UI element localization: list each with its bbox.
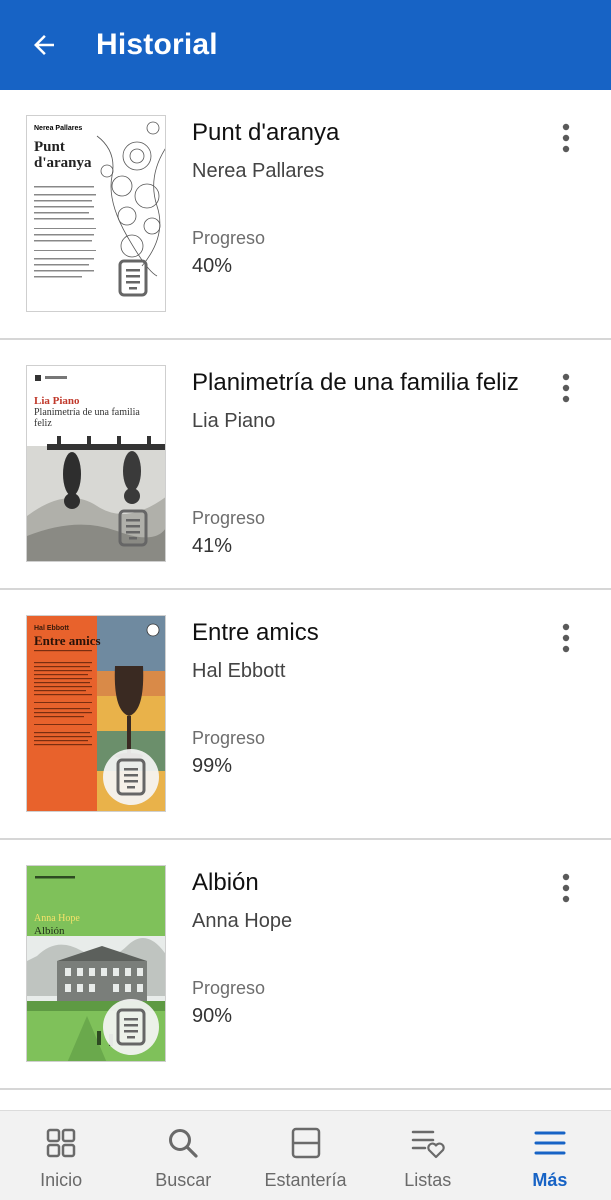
- book-title[interactable]: Albión: [192, 868, 532, 898]
- shelf-icon: [289, 1126, 323, 1160]
- more-vert-icon: [562, 623, 570, 653]
- more-options-button[interactable]: [551, 870, 581, 906]
- app-bar: Historial: [0, 0, 611, 90]
- cover-author-text: Anna Hope: [34, 913, 80, 924]
- document-icon: [118, 509, 148, 547]
- ebook-badge: [103, 749, 159, 805]
- progress-label: Progreso: [192, 508, 266, 528]
- more-options-button[interactable]: [551, 120, 581, 156]
- history-screen: Historial Nerea Pallares Punt d'aranya P…: [0, 0, 611, 1200]
- progress-block: Progreso 40%: [192, 228, 265, 278]
- book-cover[interactable]: Anna Hope Albión: [26, 865, 166, 1062]
- book-list-item[interactable]: Lia Piano Planimetría de una familia fel…: [0, 340, 611, 590]
- progress-label: Progreso: [192, 978, 266, 998]
- progress-block: Progreso 90%: [192, 978, 265, 1028]
- progress-value: 90%: [192, 1005, 233, 1027]
- book-cover[interactable]: Lia Piano Planimetría de una familia fel…: [26, 365, 166, 562]
- nav-label: Más: [532, 1170, 568, 1190]
- grid-icon: [44, 1126, 78, 1160]
- list-heart-icon: [411, 1126, 445, 1160]
- nav-item-mas[interactable]: Más: [489, 1111, 611, 1200]
- nav-label: Buscar: [155, 1170, 212, 1190]
- cover-title-text: Albión: [34, 925, 65, 937]
- cover-author-text: Lia Piano: [34, 395, 80, 407]
- ebook-badge: [105, 250, 161, 306]
- ebook-badge: [103, 999, 159, 1055]
- book-author: Anna Hope: [192, 910, 293, 932]
- book-info: Planimetría de una familia feliz Lia Pia…: [192, 368, 532, 434]
- nav-item-inicio[interactable]: Inicio: [0, 1111, 122, 1200]
- progress-label: Progreso: [192, 728, 266, 748]
- arrow-back-icon: [34, 35, 54, 55]
- nav-label: Listas: [404, 1170, 452, 1190]
- progress-label: Progreso: [192, 228, 266, 248]
- nav-label: Inicio: [40, 1170, 83, 1190]
- bottom-navigation: Inicio Buscar Estantería Listas Más: [0, 1110, 611, 1200]
- nav-item-buscar[interactable]: Buscar: [122, 1111, 244, 1200]
- book-info: Entre amics Hal Ebbott: [192, 618, 532, 684]
- progress-block: Progreso 41%: [192, 508, 265, 558]
- menu-icon: [533, 1126, 567, 1160]
- book-author: Lia Piano: [192, 410, 276, 432]
- more-options-button[interactable]: [551, 620, 581, 656]
- ebook-badge: [105, 500, 161, 556]
- cover-title-text: Punt d'aranya: [34, 139, 92, 171]
- more-vert-icon: [562, 873, 570, 903]
- book-info: Punt d'aranya Nerea Pallares: [192, 118, 532, 184]
- book-info: Albión Anna Hope: [192, 868, 532, 934]
- book-author: Nerea Pallares: [192, 160, 325, 182]
- book-title[interactable]: Entre amics: [192, 618, 532, 648]
- more-vert-icon: [562, 123, 570, 153]
- book-title[interactable]: Planimetría de una familia feliz: [192, 368, 532, 398]
- book-list-item[interactable]: Hal Ebbott Entre amics Entre amics Hal E…: [0, 590, 611, 840]
- cover-author-text: Hal Ebbott: [34, 625, 69, 632]
- history-list: Nerea Pallares Punt d'aranya Punt d'aran…: [0, 90, 611, 1090]
- book-cover[interactable]: Nerea Pallares Punt d'aranya: [26, 115, 166, 312]
- cover-title-text: Entre amics: [34, 633, 101, 648]
- back-button[interactable]: [22, 23, 66, 67]
- nav-item-estanteria[interactable]: Estantería: [244, 1111, 366, 1200]
- more-options-button[interactable]: [551, 370, 581, 406]
- page-title: Historial: [96, 28, 218, 61]
- cover-title-text: Planimetría de una familia feliz: [34, 407, 140, 429]
- progress-value: 99%: [192, 755, 233, 777]
- nav-label: Estantería: [264, 1170, 347, 1190]
- book-list-item[interactable]: Nerea Pallares Punt d'aranya Punt d'aran…: [0, 90, 611, 340]
- book-cover[interactable]: Hal Ebbott Entre amics: [26, 615, 166, 812]
- book-title[interactable]: Punt d'aranya: [192, 118, 532, 148]
- book-author: Hal Ebbott: [192, 660, 286, 682]
- progress-value: 40%: [192, 255, 233, 277]
- progress-value: 41%: [192, 535, 233, 557]
- document-icon: [118, 259, 148, 297]
- document-icon: [116, 1008, 146, 1046]
- search-icon: [166, 1126, 200, 1160]
- progress-block: Progreso 99%: [192, 728, 265, 778]
- book-list-item[interactable]: Anna Hope Albión Albión Anna Hope Progre…: [0, 840, 611, 1090]
- document-icon: [116, 758, 146, 796]
- cover-author-text: Nerea Pallares: [34, 125, 83, 132]
- more-vert-icon: [562, 373, 570, 403]
- nav-item-listas[interactable]: Listas: [367, 1111, 489, 1200]
